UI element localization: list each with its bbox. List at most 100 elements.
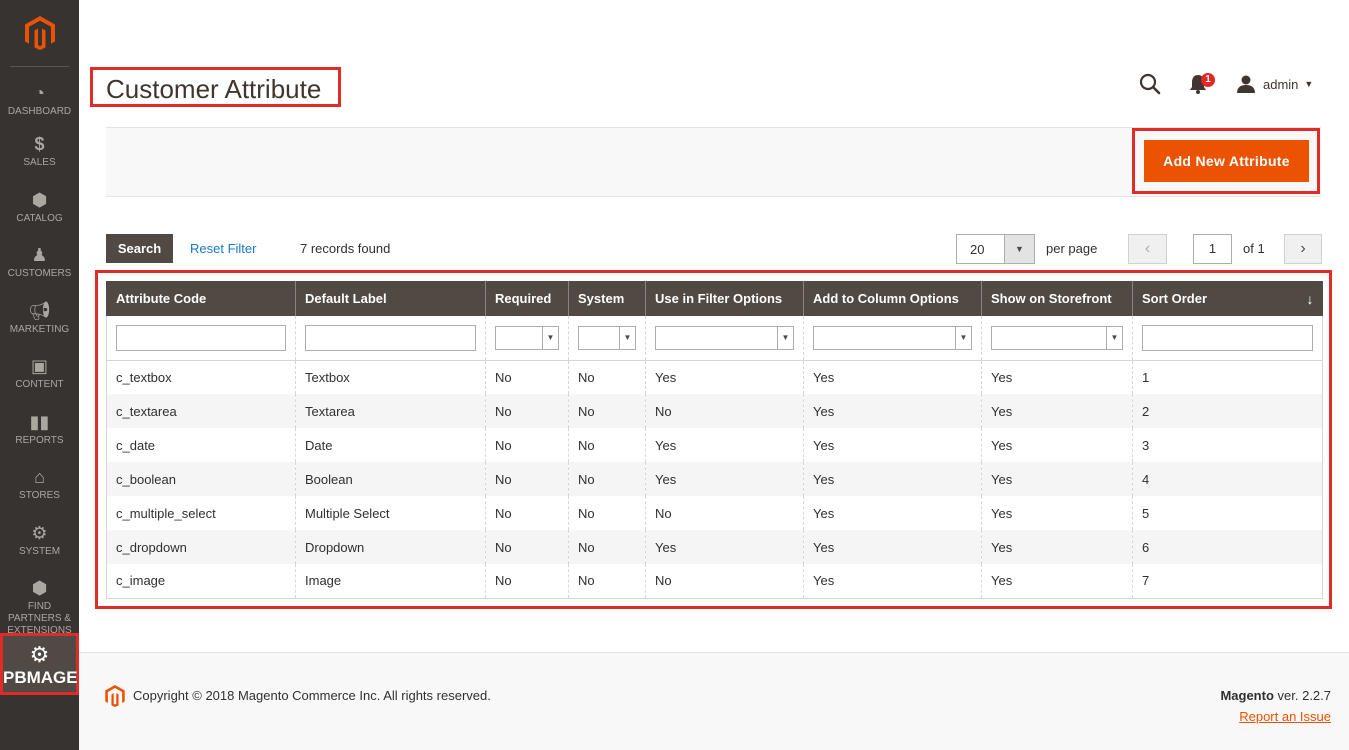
reset-filter-link[interactable]: Reset Filter <box>190 241 256 256</box>
sidebar-item-marketing[interactable]: 📢︎ MARKETING <box>0 300 79 336</box>
table-cell: No <box>485 394 569 428</box>
gear-icon: ⚙ <box>31 523 48 543</box>
column-label: System <box>578 291 625 306</box>
table-row[interactable]: c_textarea Textarea No No No Yes Yes 2 <box>106 394 1323 428</box>
table-cell: Date <box>295 428 486 462</box>
column-header[interactable]: Required <box>485 281 569 316</box>
sidebar-item-content[interactable]: ▣ CONTENT <box>0 355 79 391</box>
table-cell: Yes <box>803 462 982 496</box>
table-cell: c_textarea <box>106 394 296 428</box>
previous-page-button[interactable]: ‹ <box>1128 234 1167 264</box>
table-cell: c_image <box>106 564 296 599</box>
table-row[interactable]: c_image Image No No No Yes Yes 7 <box>106 564 1323 599</box>
add-new-attribute-button[interactable]: Add New Attribute <box>1144 140 1309 182</box>
sidebar-item-label: CATALOG <box>16 213 63 224</box>
table-cell: No <box>568 564 646 599</box>
user-icon <box>1237 75 1255 93</box>
table-cell: No <box>568 360 646 394</box>
magento-logo-icon <box>105 685 125 707</box>
column-header[interactable]: Show on Storefront <box>981 281 1133 316</box>
table-row[interactable]: c_date Date No No Yes Yes Yes 3 <box>106 428 1323 462</box>
table-cell: Image <box>295 564 486 599</box>
sidebar-item-label: SALES <box>23 157 56 168</box>
layout-icon: ▣ <box>30 356 48 376</box>
sidebar-item-system[interactable]: ⚙ SYSTEM <box>0 522 79 558</box>
column-label: Sort Order <box>1142 290 1208 306</box>
column-label: Required <box>495 291 552 306</box>
column-header[interactable]: Sort Order ↓ <box>1132 281 1323 316</box>
default-label-filter[interactable] <box>305 324 476 351</box>
page-number-input[interactable]: 1 <box>1193 234 1232 264</box>
table-cell: No <box>568 428 646 462</box>
sidebar-item-label: STORES <box>19 490 60 501</box>
magento-logo[interactable] <box>0 0 79 66</box>
attribute-code-filter[interactable] <box>116 324 286 351</box>
required-filter-select[interactable]: ▼ <box>495 325 559 350</box>
table-cell: 1 <box>1132 360 1323 394</box>
table-row[interactable]: c_dropdown Dropdown No No Yes Yes Yes 6 <box>106 530 1323 564</box>
sidebar-item-label: SYSTEM <box>18 546 61 557</box>
column-header[interactable]: Attribute Code <box>106 281 296 316</box>
sidebar-item-label: PBMAGE <box>3 668 78 687</box>
table-cell: Yes <box>803 564 982 599</box>
table-cell: No <box>568 394 646 428</box>
admin-user-menu[interactable]: admin ▼ <box>1236 72 1313 96</box>
page-count: of 1 <box>1243 241 1265 256</box>
column-options-filter-select[interactable]: ▼ <box>813 325 972 350</box>
column-label: Default Label <box>305 291 387 306</box>
table-cell: No <box>485 496 569 530</box>
gear-icon: ⚙ <box>29 642 50 667</box>
sidebar-item-reports[interactable]: ▮▮ REPORTS <box>0 411 79 447</box>
system-filter-select[interactable]: ▼ <box>578 325 636 350</box>
table-cell: No <box>568 530 646 564</box>
search-button[interactable]: Search <box>106 234 173 263</box>
sidebar-item-dashboard[interactable]: ◔ DASHBOARD <box>0 82 79 118</box>
sidebar-item-label: FIND PARTNERS & EXTENSIONS <box>7 601 72 636</box>
column-header[interactable]: Add to Column Options <box>803 281 982 316</box>
chevron-right-icon: › <box>1300 240 1306 257</box>
table-cell: c_date <box>106 428 296 462</box>
sidebar-item-sales[interactable]: $ SALES <box>0 133 79 169</box>
per-page-label: per page <box>1046 241 1098 256</box>
sidebar-item-find-partners[interactable]: ⬢ FIND PARTNERS & EXTENSIONS <box>0 577 79 637</box>
sidebar-item-stores[interactable]: ⌂ STORES <box>0 466 79 502</box>
table-cell: c_textbox <box>106 360 296 394</box>
report-issue-link[interactable]: Report an Issue <box>1239 709 1331 724</box>
sort-order-filter[interactable] <box>1142 324 1313 351</box>
search-icon[interactable] <box>1138 72 1162 96</box>
table-row[interactable]: c_boolean Boolean No No Yes Yes Yes 4 <box>106 462 1323 496</box>
table-cell: No <box>645 394 804 428</box>
storefront-filter-select[interactable]: ▼ <box>991 325 1123 350</box>
chevron-left-icon: ‹ <box>1144 240 1151 257</box>
sidebar-item-label: MARKETING <box>9 324 70 335</box>
chevron-down-icon: ▼ <box>1304 79 1314 89</box>
column-header[interactable]: Use in Filter Options <box>645 281 804 316</box>
table-cell: Yes <box>981 496 1133 530</box>
sidebar-item-label: CUSTOMERS <box>7 268 72 279</box>
version-number: ver. 2.2.7 <box>1273 688 1331 703</box>
column-label: Add to Column Options <box>813 291 959 306</box>
table-cell: Yes <box>981 428 1133 462</box>
sidebar-item-pbmage[interactable]: ⚙ PBMAGE <box>0 633 79 695</box>
table-cell: Multiple Select <box>295 496 486 530</box>
column-label: Use in Filter Options <box>655 291 783 306</box>
person-icon: ♟ <box>31 245 48 265</box>
page-footer: Copyright © 2018 Magento Commerce Inc. A… <box>79 652 1349 750</box>
table-cell: Yes <box>981 530 1133 564</box>
table-row[interactable]: c_textbox Textbox No No Yes Yes Yes 1 <box>106 360 1323 394</box>
table-row[interactable]: c_multiple_select Multiple Select No No No Ye… <box>106 496 1323 530</box>
sidebar-item-customers[interactable]: ♟ CUSTOMERS <box>0 244 79 280</box>
table-cell: No <box>645 496 804 530</box>
sort-arrow-icon: ↓ <box>1306 290 1314 307</box>
page-title-highlight: Customer Attribute <box>90 67 341 107</box>
next-page-button[interactable]: › <box>1284 234 1322 264</box>
megaphone-icon: 📢︎ <box>28 301 51 321</box>
column-header[interactable]: Default Label <box>295 281 486 316</box>
table-cell: Yes <box>981 564 1133 599</box>
filter-options-filter-select[interactable]: ▼ <box>655 325 794 350</box>
chevron-down-icon: ▼ <box>542 326 558 349</box>
chevron-down-icon: ▼ <box>1106 326 1122 349</box>
sidebar-item-catalog[interactable]: ⬢ CATALOG <box>0 189 79 225</box>
per-page-select[interactable]: 20 ▼ <box>956 234 1035 264</box>
column-header[interactable]: System <box>568 281 646 316</box>
